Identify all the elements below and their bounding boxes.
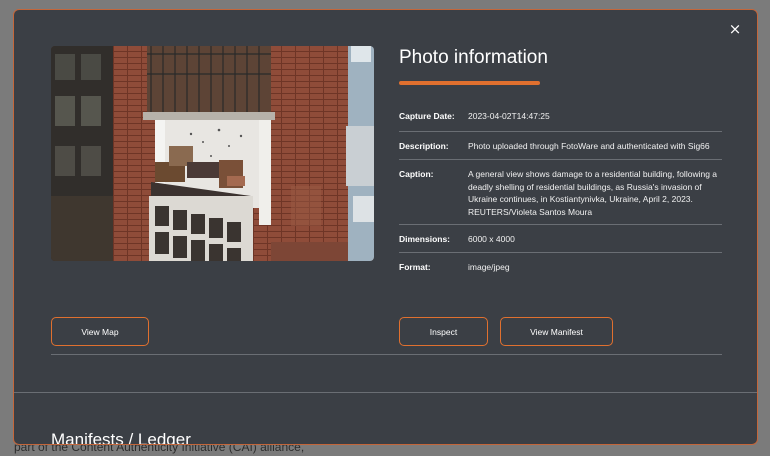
- detail-value: image/jpeg: [468, 262, 510, 272]
- detail-value: Photo uploaded through FotoWare and auth…: [468, 141, 710, 151]
- inspect-button[interactable]: Inspect: [399, 317, 488, 346]
- view-manifest-button[interactable]: View Manifest: [500, 317, 613, 346]
- detail-row-capture-date: Capture Date: 2023-04-02T14:47:25: [399, 104, 722, 132]
- page-title: Photo information: [399, 47, 548, 68]
- detail-label: Description:: [399, 141, 449, 151]
- photo-details-list: Capture Date: 2023-04-02T14:47:25 Descri…: [399, 104, 722, 281]
- detail-row-dimensions: Dimensions: 6000 x 4000: [399, 225, 722, 253]
- detail-row-caption: Caption: A general view shows damage to …: [399, 160, 722, 225]
- actions-divider: [51, 354, 722, 355]
- detail-label: Caption:: [399, 169, 434, 179]
- detail-row-format: Format: image/jpeg: [399, 253, 722, 281]
- photo-information-modal: × Photo information Capture Date: 2023-0…: [13, 9, 758, 445]
- detail-value: A general view shows damage to a residen…: [468, 169, 718, 217]
- detail-value: 2023-04-02T14:47:25: [468, 111, 550, 121]
- detail-label: Format:: [399, 262, 431, 272]
- title-underline: [399, 81, 540, 85]
- photo-preview: [51, 46, 374, 261]
- close-icon[interactable]: ×: [727, 21, 743, 37]
- manifests-ledger-heading: Manifests / Ledger: [51, 430, 191, 445]
- section-divider: [14, 392, 757, 393]
- view-map-button[interactable]: View Map: [51, 317, 149, 346]
- detail-label: Dimensions:: [399, 234, 451, 244]
- damaged-building-photo: [51, 46, 374, 261]
- detail-label: Capture Date:: [399, 111, 455, 121]
- detail-value: 6000 x 4000: [468, 234, 515, 244]
- detail-row-description: Description: Photo uploaded through Foto…: [399, 132, 722, 160]
